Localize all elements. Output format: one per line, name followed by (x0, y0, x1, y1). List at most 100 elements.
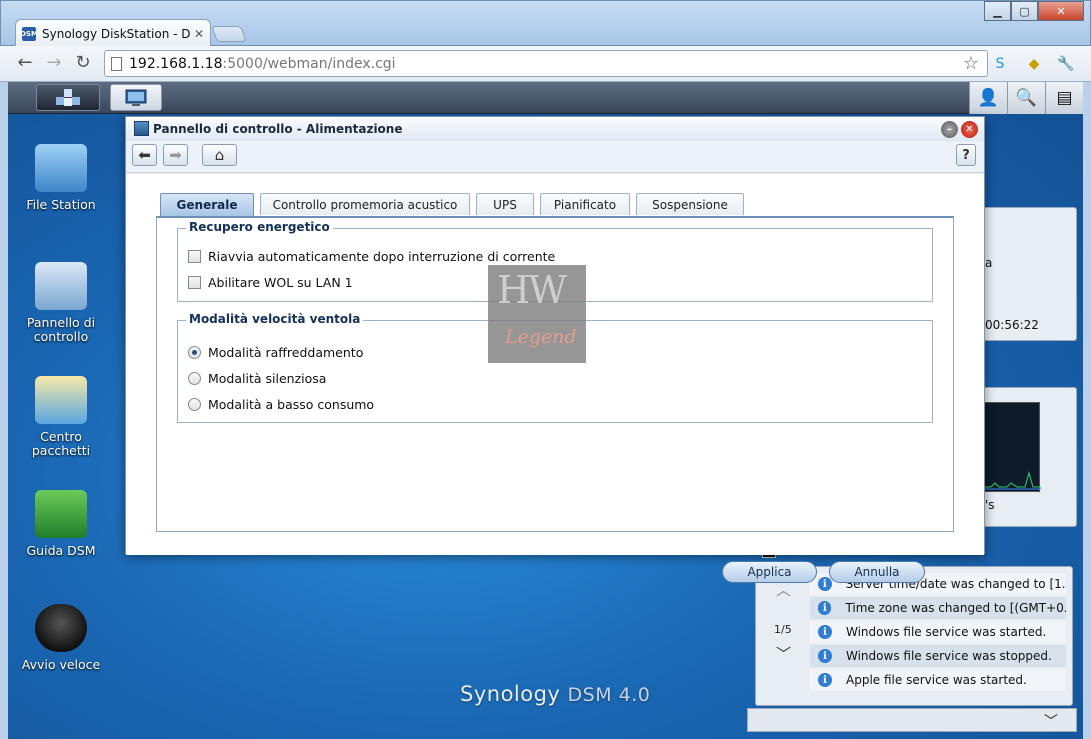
radio-quiet-mode[interactable]: Modalità silenziosa (188, 371, 326, 386)
widget-text-fragment: 's (985, 498, 995, 512)
browser-titlebar: DSM Synology DiskStation - Disk ✕ ▁ ▢ ✕ (0, 0, 1091, 47)
browser-tab[interactable]: DSM Synology DiskStation - Disk ✕ (15, 19, 211, 47)
icon-label: Pannello di (26, 315, 96, 330)
home-button[interactable]: ⌂ (202, 144, 237, 166)
reload-icon[interactable]: ↻ (72, 54, 94, 72)
info-icon: i (818, 625, 832, 639)
maximize-button[interactable]: ▢ (1011, 1, 1038, 21)
fieldset-legend: Modalità velocità ventola (186, 312, 364, 326)
user-icon[interactable]: 👤 (969, 82, 1007, 114)
extension-icon[interactable]: ◆ (1024, 54, 1044, 74)
wrench-menu-icon[interactable]: 🔧 (1056, 54, 1076, 74)
radio-cooling-mode[interactable]: Modalità raffreddamento (188, 345, 363, 360)
notif-page-counter: 1/5 (774, 623, 792, 636)
radio-button[interactable] (188, 372, 201, 385)
watermark-top: HW (497, 268, 567, 312)
control-panel-icon (134, 121, 149, 136)
close-window-button[interactable]: ✕ (1038, 1, 1084, 21)
notification-item[interactable]: i Windows file service was stopped. (810, 645, 1066, 667)
checkbox-wol-lan1[interactable]: Abilitare WOL su LAN 1 (188, 275, 353, 290)
dialog-body: Generale Controllo promemoria acustico U… (126, 174, 984, 555)
hw-legend-watermark: HW Legend (488, 265, 586, 363)
notif-down-icon[interactable]: ﹀ (776, 643, 791, 664)
url-path: :5000/webman/index.cgi (222, 55, 396, 72)
apply-button[interactable]: Applica (722, 561, 817, 583)
radio-button-selected[interactable] (188, 346, 201, 359)
widget-text-fragment: a (985, 256, 993, 270)
control-panel-dialog: Pannello di controllo - Alimentazione – … (125, 116, 985, 583)
watermark-bottom: Legend (505, 326, 577, 348)
address-bar[interactable]: 192.168.1.18:5000/webman/index.cgi ☆ (104, 50, 988, 77)
main-menu-button[interactable] (36, 84, 100, 111)
radio-button[interactable] (188, 398, 201, 411)
bookmark-star-icon[interactable]: ☆ (963, 53, 979, 74)
skype-extension-icon[interactable]: S (990, 54, 1010, 74)
tab-content-panel: Recupero energetico Riavvia automaticame… (156, 216, 954, 532)
tab-close-icon[interactable]: ✕ (194, 27, 204, 41)
widget-collapse-bar[interactable]: ﹀ (747, 708, 1077, 732)
taskbar-control-panel-button[interactable] (110, 84, 162, 111)
radio-low-power-mode[interactable]: Modalità a basso consumo (188, 397, 374, 412)
help-book-icon (35, 490, 87, 538)
new-tab-button[interactable] (211, 26, 247, 42)
taskbar-right-tools: 👤 🔍 ▤ (969, 82, 1083, 114)
widgets-icon[interactable]: ▤ (1045, 82, 1083, 114)
icon-label: File Station (26, 197, 96, 212)
checkbox-label: Riavvia automaticamente dopo interruzion… (208, 249, 556, 264)
control-panel-icon (125, 89, 147, 106)
desktop-icon-quick-start[interactable]: Avvio veloce (9, 604, 113, 672)
fieldset-legend: Recupero energetico (186, 220, 333, 234)
forward-button[interactable]: ➡ (163, 144, 188, 166)
uptime-text: 00:56:22 (985, 318, 1039, 332)
dialog-toolbar: ⬅ ➡ ⌂ ? (126, 141, 984, 173)
desktop-icon-file-station[interactable]: File Station (9, 144, 113, 212)
desktop-icon-package-center[interactable]: Centro pacchetti (9, 376, 113, 458)
url-host: 192.168.1.18 (129, 55, 223, 72)
search-icon[interactable]: 🔍 (1007, 82, 1045, 114)
checkbox[interactable] (188, 250, 201, 263)
tab-generale[interactable]: Generale (160, 193, 254, 216)
notification-item[interactable]: i Apple file service was started. (810, 669, 1066, 691)
tab-title: Synology DiskStation - Disk (42, 26, 190, 41)
notification-item[interactable]: i Time zone was changed to [(GMT+0... (810, 597, 1066, 619)
checkbox-auto-restart[interactable]: Riavvia automaticamente dopo interruzion… (188, 249, 555, 264)
notification-item[interactable]: i Windows file service was started. (810, 621, 1066, 643)
forward-arrow-icon[interactable]: → (43, 54, 65, 72)
checkbox[interactable] (188, 276, 201, 289)
info-icon: i (818, 649, 832, 663)
close-dialog-icon[interactable]: ✕ (961, 121, 978, 138)
info-icon: i (818, 577, 832, 591)
desktop-icon-control-panel[interactable]: Pannello di controllo (9, 262, 113, 344)
dsm-taskbar: 👤 🔍 ▤ (8, 82, 1083, 114)
tab-sospensione[interactable]: Sospensione (636, 193, 744, 215)
page-icon (111, 57, 122, 71)
back-button[interactable]: ⬅ (132, 144, 157, 166)
dsm-desktop: 👤 🔍 ▤ File Station Pannello di controllo… (8, 82, 1083, 739)
help-button[interactable]: ? (956, 144, 976, 166)
radio-label: Modalità raffreddamento (208, 345, 364, 360)
magic-hat-icon (35, 604, 87, 652)
tab-controllo-promemoria[interactable]: Controllo promemoria acustico (260, 193, 470, 215)
dsm-favicon-icon: DSM (20, 26, 38, 41)
network-graph (981, 471, 1041, 490)
minimize-button[interactable]: ▁ (984, 1, 1011, 21)
grid-menu-icon (56, 88, 80, 106)
window-controls: ▁ ▢ ✕ (984, 1, 1084, 21)
tab-pianificato[interactable]: Pianificato (540, 193, 630, 215)
info-icon: i (818, 601, 832, 615)
desktop-icon-dsm-help[interactable]: Guida DSM (9, 490, 113, 558)
minimize-dialog-icon[interactable]: – (941, 121, 958, 138)
brand-suffix: DSM 4.0 (567, 684, 651, 706)
radio-label: Modalità silenziosa (208, 371, 327, 386)
back-arrow-icon[interactable]: ← (14, 54, 36, 72)
icon-label-line2: pacchetti (31, 443, 91, 458)
cancel-button[interactable]: Annulla (829, 561, 925, 583)
brand-name: Synology (460, 682, 561, 706)
browser-toolbar: ← → ↻ 192.168.1.18:5000/webman/index.cgi… (0, 46, 1091, 82)
synology-brand: Synology DSM 4.0 (460, 682, 650, 706)
folder-search-icon (35, 144, 87, 192)
notification-widget: ︿ 1/5 ﹀ i Server time/date was changed to… (755, 566, 1073, 706)
chevron-down-icon[interactable]: ﹀ (1044, 711, 1058, 731)
tab-ups[interactable]: UPS (476, 193, 534, 215)
dialog-titlebar[interactable]: Pannello di controllo - Alimentazione – … (126, 117, 984, 141)
